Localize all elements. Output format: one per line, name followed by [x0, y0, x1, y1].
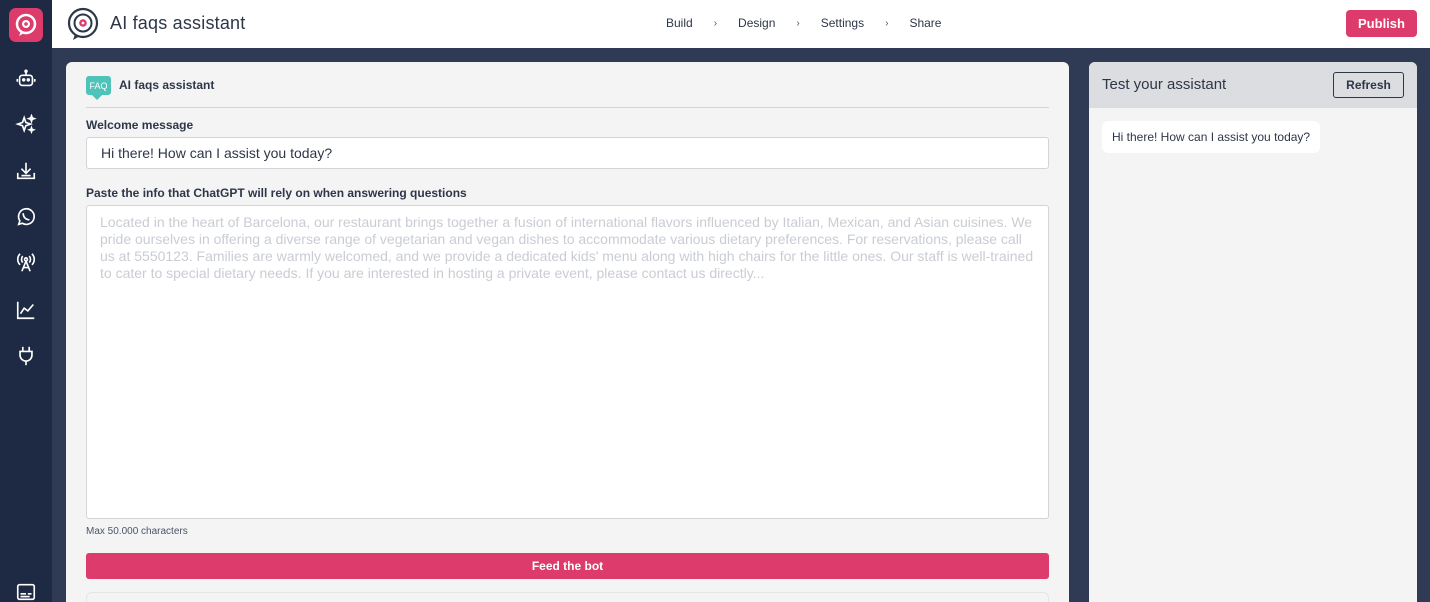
robot-icon[interactable] — [12, 65, 40, 93]
next-section-edge — [86, 592, 1049, 602]
step-separator: › — [885, 17, 889, 29]
step-build[interactable]: Build — [666, 16, 693, 30]
test-assistant-panel: Test your assistant Refresh Hi there! Ho… — [1089, 62, 1417, 602]
top-header: AI faqs assistant Build › Design › Setti… — [52, 0, 1430, 48]
app-title: AI faqs assistant — [110, 13, 246, 33]
step-share[interactable]: Share — [909, 16, 941, 30]
chat-window-icon[interactable] — [12, 578, 40, 602]
step-separator: › — [796, 17, 800, 29]
faq-icon: FAQ — [86, 76, 111, 100]
left-sidebar — [0, 0, 52, 602]
broadcast-antenna-icon[interactable] — [12, 249, 40, 277]
editor-card: FAQ AI faqs assistant Welcome message Pa… — [66, 62, 1069, 602]
sparkles-icon[interactable] — [12, 111, 40, 139]
analytics-chart-icon[interactable] — [12, 296, 40, 324]
test-panel-header: Test your assistant Refresh — [1089, 62, 1417, 108]
whatsapp-icon[interactable] — [12, 203, 40, 231]
card-title: AI faqs assistant — [119, 78, 215, 92]
info-label: Paste the info that ChatGPT will rely on… — [86, 186, 467, 200]
assistant-logo-icon — [67, 7, 99, 40]
refresh-button[interactable]: Refresh — [1333, 72, 1404, 98]
test-panel-title: Test your assistant — [1102, 76, 1227, 93]
download-tray-icon[interactable] — [12, 157, 40, 185]
feed-the-bot-button[interactable]: Feed the bot — [86, 553, 1049, 579]
max-characters-hint: Max 50.000 characters — [86, 526, 188, 537]
welcome-message-input[interactable] — [86, 137, 1049, 169]
plug-icon[interactable] — [12, 342, 40, 370]
step-settings[interactable]: Settings — [821, 16, 864, 30]
step-design[interactable]: Design — [738, 16, 775, 30]
step-navigation: Build › Design › Settings › Share — [666, 16, 941, 30]
publish-button[interactable]: Publish — [1346, 10, 1417, 37]
card-header: FAQ AI faqs assistant — [86, 74, 1049, 108]
welcome-message-label: Welcome message — [86, 118, 194, 132]
step-separator: › — [713, 17, 718, 29]
knowledge-info-textarea[interactable] — [86, 205, 1049, 519]
bot-message-bubble: Hi there! How can I assist you today? — [1102, 121, 1321, 153]
brand-logo-icon[interactable] — [9, 8, 43, 42]
